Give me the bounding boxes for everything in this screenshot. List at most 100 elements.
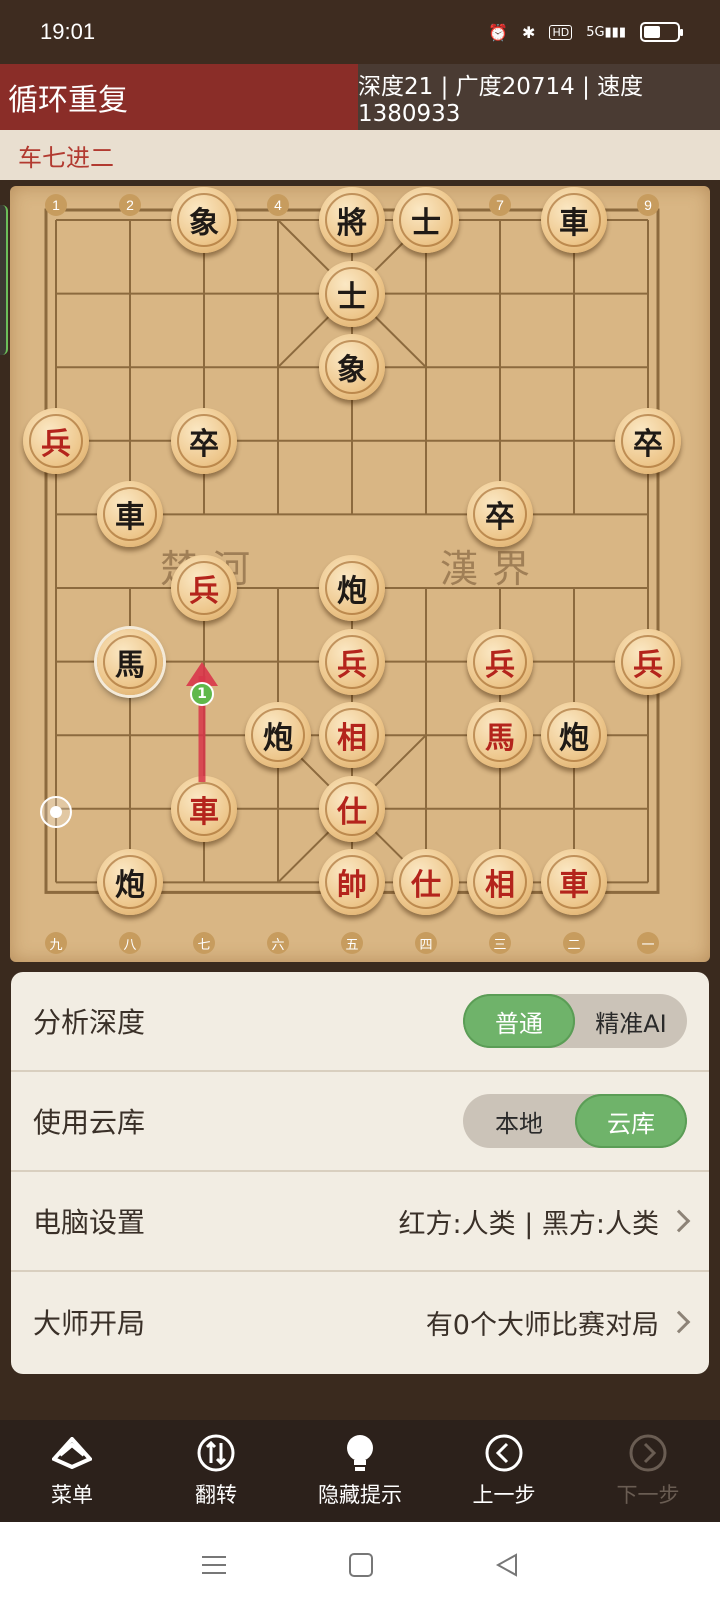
file-coord-top: 9 bbox=[637, 194, 659, 216]
battery-icon bbox=[640, 22, 683, 42]
chess-piece-red[interactable]: 仕 bbox=[319, 775, 385, 842]
piece-label: 兵 bbox=[177, 561, 231, 615]
piece-label: 車 bbox=[103, 487, 157, 542]
move-order-marker: 1 bbox=[190, 682, 214, 706]
chess-piece-red[interactable]: 兵 bbox=[467, 628, 533, 695]
piece-label: 仕 bbox=[399, 855, 453, 910]
piece-label: 兵 bbox=[325, 634, 379, 689]
cloud-row: 使用云库 本地 云库 bbox=[11, 1072, 709, 1172]
chess-piece-red[interactable]: 相 bbox=[467, 849, 533, 916]
piece-label: 炮 bbox=[325, 561, 379, 615]
cloud-label: 使用云库 bbox=[33, 1106, 146, 1139]
5g-signal-icon: 5G▮▮▮ bbox=[586, 24, 626, 40]
chess-piece-red[interactable]: 馬 bbox=[467, 702, 533, 769]
depth-ai-option[interactable]: 精准AI bbox=[575, 994, 687, 1048]
chess-piece-red[interactable]: 兵 bbox=[23, 407, 89, 474]
previous-step-button[interactable]: 上一步 bbox=[432, 1420, 576, 1522]
chess-piece-red[interactable]: 相 bbox=[319, 702, 385, 769]
status-icons: ⏰ ✱ HD 5G▮▮▮ bbox=[488, 22, 683, 42]
piece-label: 象 bbox=[177, 193, 231, 247]
flip-icon bbox=[196, 1433, 236, 1473]
chevron-right-icon bbox=[667, 1310, 691, 1334]
file-coord-bottom: 一 bbox=[637, 932, 659, 954]
depth-toggle[interactable]: 普通 精准AI bbox=[463, 994, 687, 1048]
chess-piece-black[interactable]: 炮 bbox=[541, 702, 607, 769]
home-icon[interactable] bbox=[348, 1552, 374, 1582]
piece-label: 炮 bbox=[251, 708, 305, 763]
lightbulb-icon bbox=[340, 1433, 380, 1473]
menu-label: 菜单 bbox=[51, 1483, 93, 1507]
cloud-toggle[interactable]: 本地 云库 bbox=[463, 1094, 687, 1148]
file-coord-bottom: 三 bbox=[489, 932, 511, 954]
chess-piece-black[interactable]: 炮 bbox=[97, 849, 163, 916]
chess-piece-red[interactable]: 兵 bbox=[319, 628, 385, 695]
cloud-cloud-option[interactable]: 云库 bbox=[575, 1094, 687, 1148]
depth-normal-option[interactable]: 普通 bbox=[463, 994, 575, 1048]
chess-piece-black[interactable]: 馬 bbox=[97, 628, 163, 695]
menu-button[interactable]: 菜单 bbox=[0, 1420, 144, 1522]
computer-label: 电脑设置 bbox=[33, 1206, 146, 1239]
file-coord-bottom: 九 bbox=[45, 932, 67, 954]
chevron-right-icon bbox=[667, 1209, 691, 1233]
chess-piece-red[interactable]: 兵 bbox=[615, 628, 681, 695]
file-coord-top: 4 bbox=[267, 194, 289, 216]
chess-piece-black[interactable]: 士 bbox=[393, 187, 459, 253]
chess-piece-black[interactable]: 炮 bbox=[245, 702, 311, 769]
file-coord-bottom: 二 bbox=[563, 932, 585, 954]
master-label: 大师开局 bbox=[33, 1307, 146, 1340]
piece-label: 卒 bbox=[473, 487, 527, 542]
master-value: 有0个大师比赛对局 bbox=[426, 1303, 691, 1342]
piece-label: 士 bbox=[325, 266, 379, 321]
computer-settings-row[interactable]: 电脑设置 红方:人类 | 黑方:人类 bbox=[11, 1172, 709, 1272]
depth-label: 分析深度 bbox=[33, 1006, 146, 1039]
master-opening-row[interactable]: 大师开局 有0个大师比赛对局 bbox=[11, 1272, 709, 1372]
flip-button[interactable]: 翻转 bbox=[144, 1420, 288, 1522]
piece-label: 象 bbox=[325, 340, 379, 395]
clock: 19:01 bbox=[40, 19, 96, 44]
cloud-local-option[interactable]: 本地 bbox=[463, 1094, 575, 1148]
piece-label: 兵 bbox=[29, 413, 83, 468]
chess-piece-red[interactable]: 仕 bbox=[393, 849, 459, 916]
chess-piece-black[interactable]: 將 bbox=[319, 187, 385, 253]
chess-board[interactable]: 楚河 漢界 123456789九八七六五四三二一 象將士車士象兵卒卒車卒兵炮馬兵… bbox=[10, 186, 710, 962]
analysis-title: 循环重复 bbox=[0, 64, 360, 130]
chess-piece-red[interactable]: 帥 bbox=[319, 849, 385, 916]
chess-piece-black[interactable]: 車 bbox=[97, 481, 163, 548]
computer-value: 红方:人类 | 黑方:人类 bbox=[399, 1202, 691, 1241]
bluetooth-icon: ✱ bbox=[522, 22, 536, 42]
piece-label: 兵 bbox=[621, 634, 675, 689]
chess-piece-red[interactable]: 車 bbox=[541, 849, 607, 916]
next-step-label: 下一步 bbox=[616, 1483, 680, 1507]
chess-piece-black[interactable]: 車 bbox=[541, 187, 607, 253]
analysis-header: 循环重复 深度21 | 广度20714 | 速度1380933 bbox=[0, 64, 720, 130]
piece-label: 帥 bbox=[325, 855, 379, 910]
chess-piece-black[interactable]: 卒 bbox=[467, 481, 533, 548]
hide-hint-button[interactable]: 隐藏提示 bbox=[288, 1420, 432, 1522]
chess-piece-black[interactable]: 象 bbox=[171, 187, 237, 253]
hide-hint-label: 隐藏提示 bbox=[318, 1483, 402, 1507]
back-icon[interactable] bbox=[494, 1552, 520, 1582]
settings-panel: 分析深度 普通 精准AI 使用云库 本地 云库 电脑设置 红方:人类 | 黑方:… bbox=[11, 972, 709, 1374]
chess-piece-red[interactable]: 兵 bbox=[171, 555, 237, 621]
chess-piece-red[interactable]: 車 bbox=[171, 775, 237, 842]
piece-label: 炮 bbox=[547, 708, 601, 763]
piece-label: 車 bbox=[547, 855, 601, 910]
file-coord-bottom: 八 bbox=[119, 932, 141, 954]
alarm-icon: ⏰ bbox=[488, 22, 509, 42]
piece-label: 卒 bbox=[621, 413, 675, 468]
chess-piece-black[interactable]: 卒 bbox=[615, 407, 681, 474]
side-drawer-handle[interactable] bbox=[0, 205, 8, 355]
touch-indicator bbox=[40, 796, 72, 828]
depth-row: 分析深度 普通 精准AI bbox=[11, 972, 709, 1072]
file-coord-top: 1 bbox=[45, 194, 67, 216]
next-step-button[interactable]: 下一步 bbox=[576, 1420, 720, 1522]
chess-piece-black[interactable]: 炮 bbox=[319, 555, 385, 621]
chess-piece-black[interactable]: 象 bbox=[319, 334, 385, 401]
chess-piece-black[interactable]: 士 bbox=[319, 260, 385, 327]
recents-icon[interactable] bbox=[200, 1553, 228, 1581]
piece-label: 將 bbox=[325, 193, 379, 247]
piece-label: 卒 bbox=[177, 413, 231, 468]
piece-label: 相 bbox=[473, 855, 527, 910]
chess-piece-black[interactable]: 卒 bbox=[171, 407, 237, 474]
analysis-stats: 深度21 | 广度20714 | 速度1380933 bbox=[358, 64, 720, 130]
